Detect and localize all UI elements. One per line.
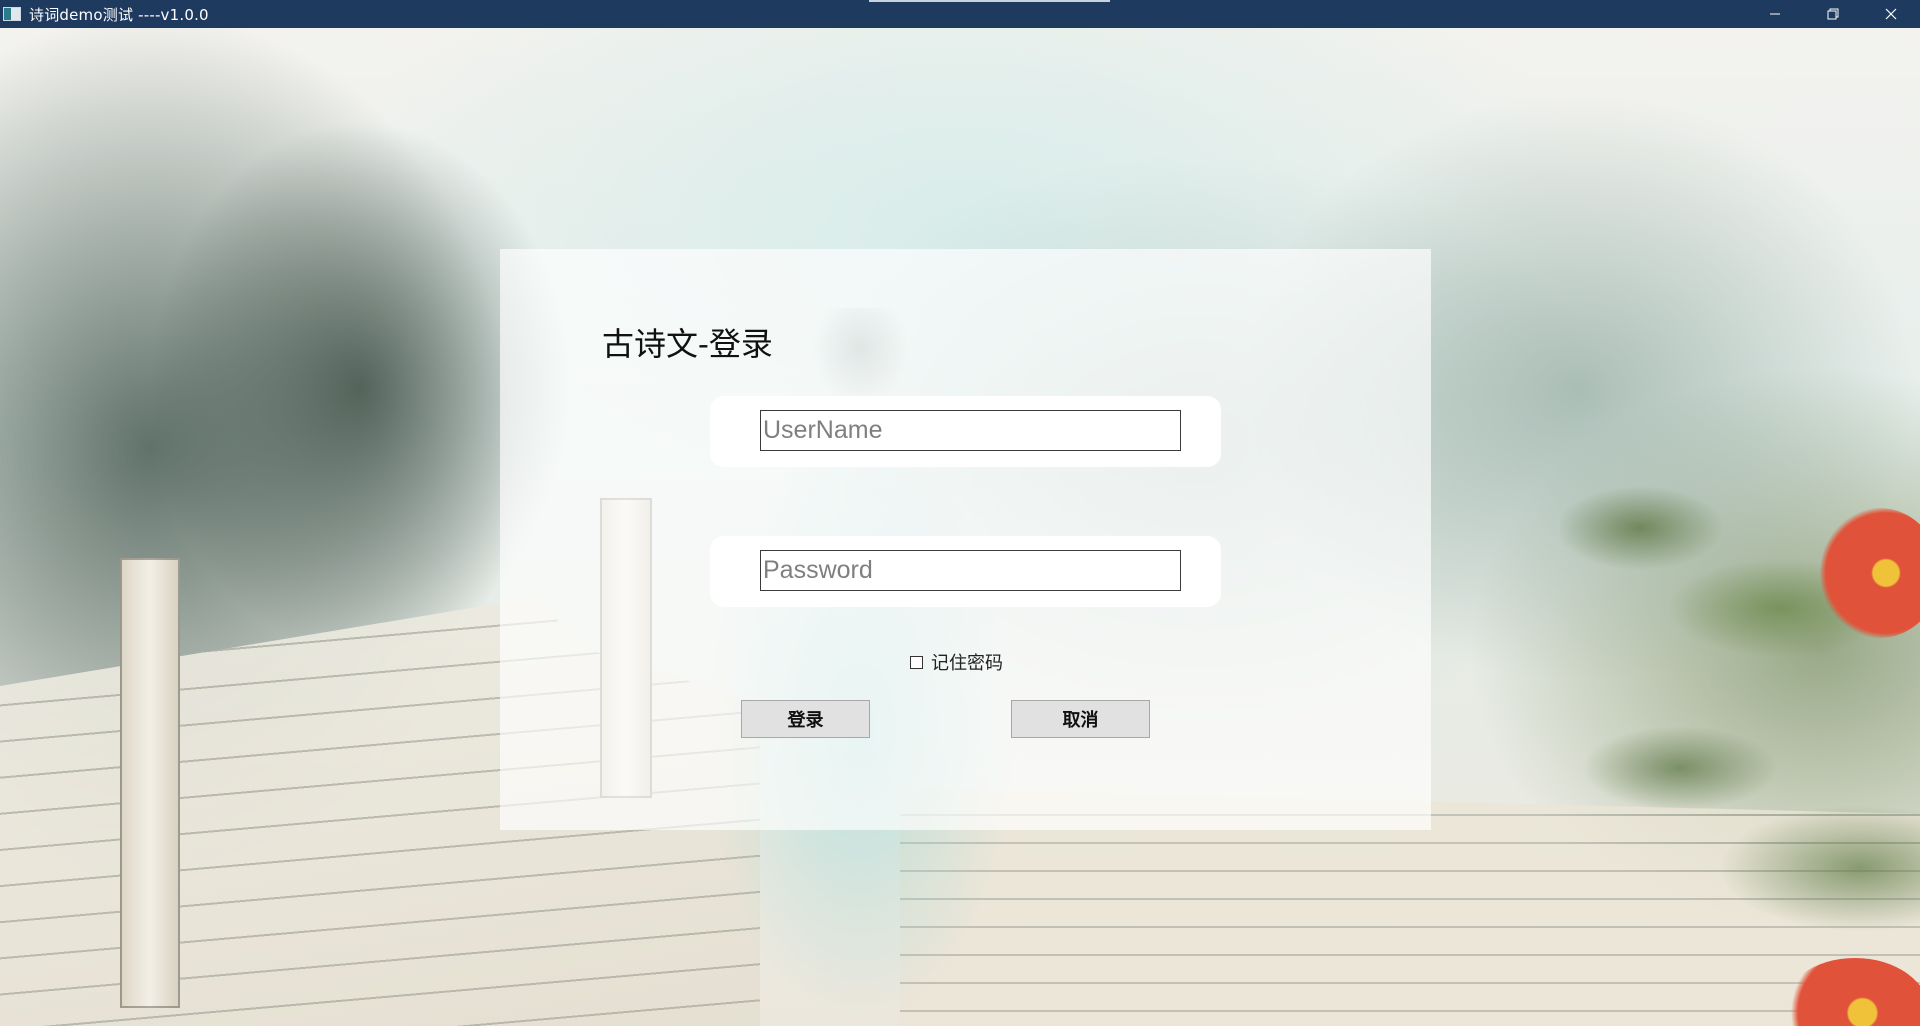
password-input[interactable] bbox=[760, 550, 1181, 591]
login-title: 古诗文-登录 bbox=[602, 325, 773, 363]
checkbox-box[interactable] bbox=[910, 655, 923, 669]
minimize-icon bbox=[1770, 13, 1780, 15]
login-button[interactable]: 登录 bbox=[741, 700, 870, 738]
restore-button[interactable] bbox=[1804, 0, 1862, 28]
minimize-button[interactable] bbox=[1746, 0, 1804, 28]
window-title: 诗词demo测试 ----v1.0.0 bbox=[29, 5, 209, 24]
remember-password-label: 记住密码 bbox=[931, 653, 1003, 674]
title-bar[interactable]: 诗词demo测试 ----v1.0.0 bbox=[0, 0, 1920, 28]
remember-password-checkbox[interactable]: 记住密码 bbox=[910, 649, 1003, 675]
app-window: 诗词demo测试 ----v1.0.0 古诗文-登录 UserName 记住密码… bbox=[0, 0, 1920, 1026]
close-button[interactable] bbox=[1862, 0, 1920, 28]
window-controls bbox=[1746, 0, 1920, 28]
app-icon bbox=[3, 7, 21, 21]
username-input[interactable] bbox=[760, 410, 1181, 451]
close-icon bbox=[1885, 8, 1897, 20]
restore-icon bbox=[1827, 8, 1839, 20]
background-leaves bbox=[1560, 408, 1920, 1026]
login-panel: 古诗文-登录 记住密码 登录 取消 bbox=[500, 249, 1431, 830]
password-field-container bbox=[710, 536, 1221, 607]
railing-post bbox=[120, 558, 180, 1008]
username-field-container bbox=[710, 396, 1221, 467]
title-bar-accent bbox=[869, 0, 1110, 2]
cancel-button[interactable]: 取消 bbox=[1011, 700, 1150, 738]
